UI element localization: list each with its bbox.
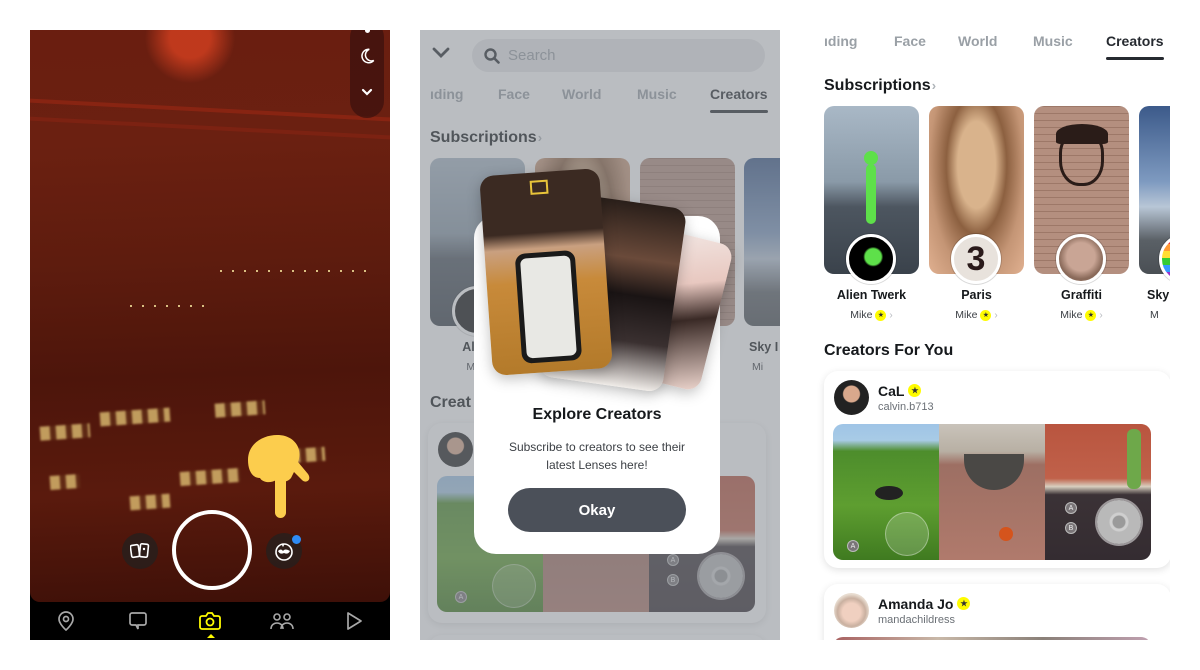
nav-stories[interactable] (262, 606, 302, 636)
memories-cards-icon (130, 542, 150, 559)
game-button-b: B (1065, 522, 1077, 534)
capture-button[interactable] (172, 510, 252, 590)
lens-preview-halloween[interactable] (939, 424, 1045, 560)
chevron-right-icon: › (889, 309, 893, 321)
star-badge-icon: ★ (957, 597, 971, 610)
game-button-a: A (1065, 502, 1077, 514)
camera-icon (199, 612, 221, 630)
creator-header[interactable]: Amanda Jo ★ mandachildress (834, 593, 971, 628)
lens-icon: 3 (951, 234, 1001, 284)
night-mode-icon[interactable] (358, 47, 376, 70)
creators-for-you-heading: Creators For You (824, 342, 954, 359)
lens-browser-with-modal: ıding Face World Music Creators Subscrip… (420, 30, 780, 640)
notification-dot (292, 535, 301, 544)
creator-name: CaL (878, 382, 905, 399)
play-icon (347, 612, 362, 630)
tab-world[interactable]: World (958, 33, 1033, 49)
nav-spotlight[interactable] (334, 606, 374, 636)
chevron-right-icon: › (994, 309, 998, 321)
nav-camera[interactable] (190, 606, 230, 638)
modal-title: Explore Creators (532, 406, 662, 423)
creator-avatar (834, 380, 869, 415)
lens-explorer-button[interactable] (266, 533, 302, 569)
game-button-a: A (847, 540, 859, 552)
tab-creators[interactable]: Creators (1106, 33, 1164, 60)
lens-icon (846, 234, 896, 284)
star-badge-icon: ★ (908, 384, 922, 397)
lens-author[interactable]: Mike ★ › (919, 309, 1034, 321)
friends-icon (270, 613, 294, 630)
lens-name: Alien Twerk (836, 288, 907, 302)
lens-preview-dog[interactable]: A (833, 424, 939, 560)
chat-icon (129, 612, 147, 630)
lens-card-alien-twerk[interactable]: Alien Twerk Mike ★ › (824, 106, 919, 321)
bottom-nav (30, 602, 390, 640)
chevron-right-icon: › (1099, 309, 1103, 321)
star-badge-icon: ★ (875, 309, 887, 321)
creator-card-cal[interactable]: CaL ★ calvin.b713 A A B (824, 371, 1170, 568)
modal-body: Subscribe to creators to see their lates… (508, 440, 686, 472)
star-badge-icon: ★ (980, 309, 992, 321)
tab-creators-label: Creators (1106, 33, 1164, 49)
nav-map[interactable] (46, 606, 86, 636)
nav-chat[interactable] (118, 606, 158, 636)
chevron-right-icon: › (931, 78, 937, 93)
tab-trending[interactable]: ıding (824, 33, 894, 49)
creator-handle: calvin.b713 (878, 400, 934, 413)
creator-card-amanda[interactable]: Amanda Jo ★ mandachildress (824, 584, 1170, 640)
lens-name: Sky (1147, 288, 1170, 302)
subscriptions-title: Subscriptions (824, 77, 931, 94)
okay-button[interactable]: Okay (508, 488, 686, 532)
map-pin-icon (58, 611, 74, 631)
active-indicator (207, 634, 215, 638)
lens-browser-creators: ıding Face World Music Creators Subscrip… (800, 30, 1170, 640)
camera-side-toolbar (350, 30, 384, 118)
category-tabs: ıding Face World Music Creators (824, 33, 1164, 60)
lens-explorer-icon (275, 543, 293, 561)
lens-preview-zombie[interactable]: A B (1045, 424, 1151, 560)
camera-viewfinder[interactable] (30, 30, 390, 602)
joystick-control (1097, 500, 1141, 544)
lens-author: M (1150, 309, 1159, 321)
lens-card-paris[interactable]: 3 Paris Mike ★ › (929, 106, 1024, 321)
lens-name: Graffiti (1061, 288, 1102, 302)
chevron-down-icon[interactable] (361, 84, 373, 102)
lens-name: Paris (961, 288, 992, 302)
tab-face[interactable]: Face (894, 33, 958, 49)
lens-icon (1056, 234, 1106, 284)
creator-avatar (834, 593, 869, 628)
flash-indicator-icon[interactable] (364, 30, 370, 33)
pointing-hand-icon (240, 430, 320, 525)
creator-lens-grid: A A B (833, 424, 1151, 560)
lens-author[interactable]: Mike ★ › (1024, 309, 1139, 321)
subscriptions-heading[interactable]: Subscriptions› (824, 77, 936, 95)
lens-card-graffiti[interactable]: Graffiti Mike ★ › (1034, 106, 1129, 321)
creator-name: Amanda Jo (878, 595, 954, 612)
star-badge-icon: ★ (1085, 309, 1097, 321)
creator-photo-card (479, 168, 613, 376)
tab-music[interactable]: Music (1033, 33, 1106, 49)
lens-author[interactable]: Mike ★ › (814, 309, 929, 321)
active-tab-underline (1106, 57, 1164, 60)
memories-button[interactable] (122, 533, 158, 569)
creator-handle: mandachildress (878, 613, 956, 626)
lens-card-sky[interactable]: Sky M (1139, 106, 1170, 321)
creator-header[interactable]: CaL ★ calvin.b713 (834, 380, 934, 415)
creator-lens-grid (833, 637, 1151, 640)
camera-screen (30, 30, 390, 640)
